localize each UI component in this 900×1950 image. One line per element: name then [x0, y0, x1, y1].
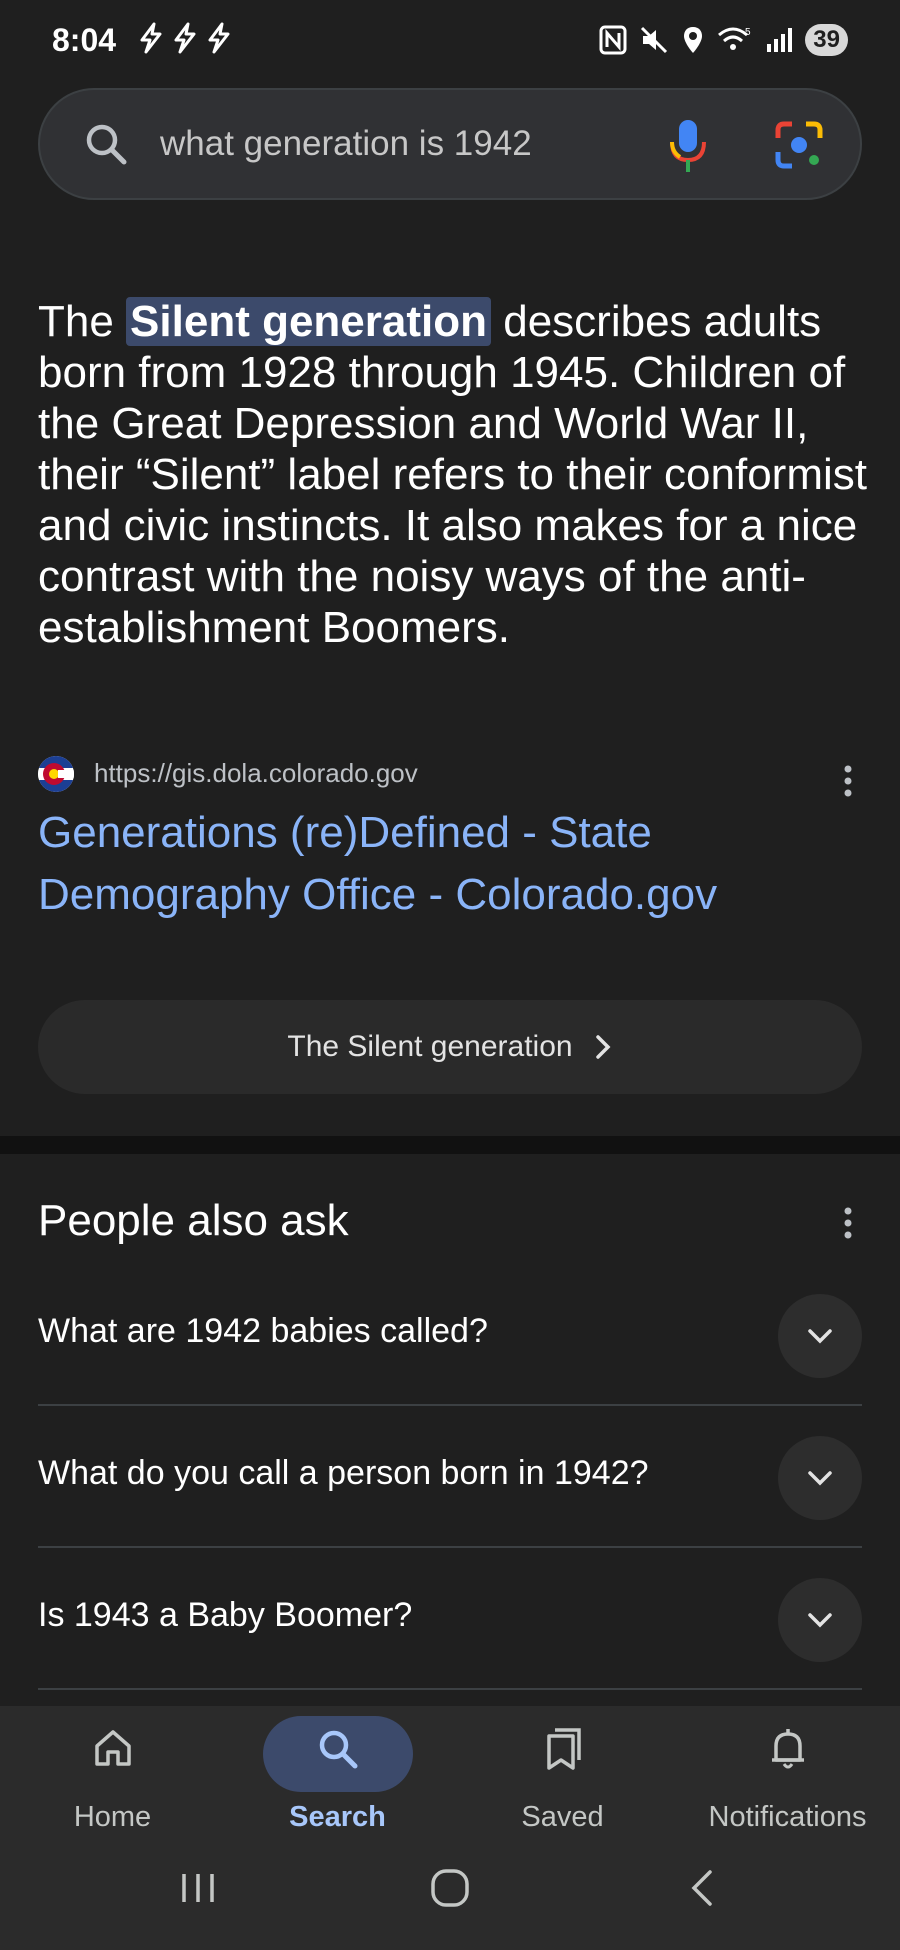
wifi-icon: 5 — [718, 27, 751, 50]
bolt-icon — [140, 22, 162, 54]
svg-text:5: 5 — [745, 27, 751, 38]
microphone-icon[interactable] — [668, 118, 708, 174]
back-icon[interactable] — [680, 1866, 724, 1910]
google-lens-icon[interactable] — [774, 120, 824, 170]
expand-button[interactable] — [778, 1436, 862, 1520]
nav-notifications-label: Notifications — [708, 1801, 867, 1833]
paa-question-text: Is 1943 a Baby Boomer? — [38, 1596, 413, 1634]
colorado-favicon-icon — [38, 756, 74, 792]
source-url[interactable]: https://gis.dola.colorado.gov — [94, 758, 418, 789]
nav-search[interactable]: Search — [225, 1706, 450, 1846]
bolt-icon — [208, 22, 230, 54]
system-status-icons: 5 39 — [599, 24, 848, 56]
search-icon — [319, 1730, 357, 1769]
more-options-icon[interactable] — [838, 764, 858, 798]
paa-question-item[interactable]: What do you call a person born in 1942? — [38, 1406, 862, 1548]
nav-notifications[interactable]: Notifications — [675, 1706, 900, 1846]
system-navigation-bar — [0, 1850, 900, 1950]
chevron-down-icon — [808, 1471, 832, 1486]
home-icon — [94, 1730, 131, 1766]
section-divider — [0, 1136, 900, 1154]
paa-question-item[interactable]: What are 1942 babies called? — [38, 1264, 862, 1406]
snippet-highlight: Silent generation — [126, 297, 491, 346]
paa-question-item[interactable]: Is 1943 a Baby Boomer? — [38, 1548, 862, 1690]
source-title-link[interactable]: Generations (re)Defined - State Demograp… — [38, 802, 868, 926]
battery-indicator: 39 — [805, 24, 848, 56]
search-icon[interactable] — [82, 120, 130, 168]
chip-label: The Silent generation — [287, 1030, 573, 1063]
expand-button[interactable] — [778, 1578, 862, 1662]
people-also-ask-title: People also ask — [38, 1196, 349, 1245]
notification-icons — [136, 22, 234, 54]
saved-icon — [546, 1728, 581, 1770]
status-time: 8:04 — [52, 22, 117, 58]
nav-search-label: Search — [289, 1801, 386, 1833]
nfc-icon — [599, 25, 627, 55]
paa-question-text: What do you call a person born in 1942? — [38, 1454, 649, 1492]
location-icon — [684, 27, 703, 53]
bolt-icon — [174, 22, 196, 54]
featured-snippet-text: The Silent generation describes adults b… — [38, 296, 868, 653]
recent-apps-icon[interactable] — [176, 1866, 220, 1910]
status-bar: 8:04 5 39 — [0, 0, 900, 84]
nav-saved[interactable]: Saved — [450, 1706, 675, 1846]
bell-icon — [771, 1729, 804, 1769]
nav-home-label: Home — [73, 1801, 152, 1833]
snippet-text-after: describes adults born from 1928 through … — [38, 297, 867, 652]
signal-icon — [767, 28, 793, 52]
mute-icon — [641, 26, 668, 54]
chevron-right-icon — [595, 1035, 611, 1059]
nav-saved-label: Saved — [521, 1801, 604, 1833]
search-input[interactable]: what generation is 1942 — [160, 124, 532, 164]
chevron-down-icon — [808, 1613, 832, 1628]
snippet-text-before: The — [38, 297, 127, 346]
search-bar[interactable]: what generation is 1942 — [38, 88, 862, 200]
home-button-icon[interactable] — [428, 1866, 472, 1910]
chevron-down-icon — [808, 1329, 832, 1344]
paa-question-text: What are 1942 babies called? — [38, 1312, 488, 1350]
nav-home[interactable]: Home — [0, 1706, 225, 1846]
silent-generation-chip[interactable]: The Silent generation — [38, 1000, 862, 1094]
expand-button[interactable] — [778, 1294, 862, 1378]
more-options-icon[interactable] — [838, 1206, 858, 1240]
